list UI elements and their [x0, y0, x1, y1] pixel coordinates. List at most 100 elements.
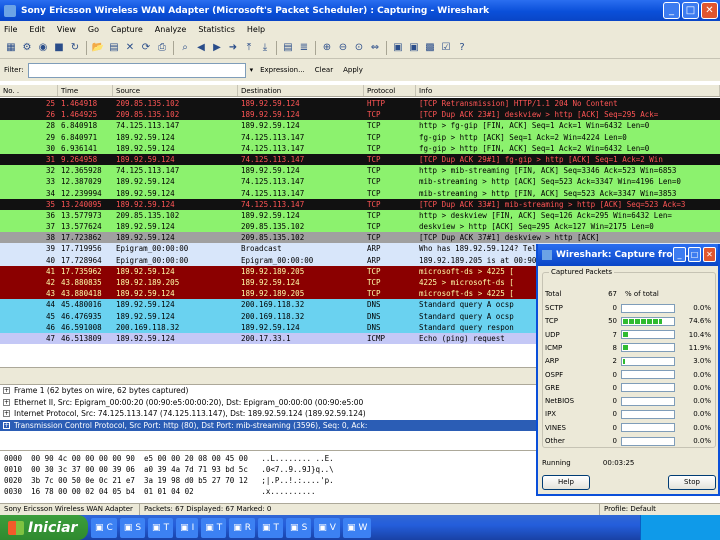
capture-filters-icon[interactable]: ▣: [391, 41, 405, 55]
expression-button[interactable]: Expression...: [257, 66, 308, 74]
options-icon[interactable]: ⚙: [20, 41, 34, 55]
dialog-minimize-button[interactable]: _: [673, 247, 686, 262]
expand-icon[interactable]: +: [3, 387, 10, 394]
column-time[interactable]: Time: [58, 85, 113, 96]
maximize-button[interactable]: □: [682, 2, 699, 19]
start-button[interactable]: Iniciar: [0, 515, 88, 540]
packet-row[interactable]: 30 6.936141 189.92.59.124 74.125.113.147 TCP…: [0, 142, 720, 154]
colorize-icon[interactable]: ▤: [281, 41, 295, 55]
packet-row[interactable]: 28 6.840918 74.125.113.147 189.92.59.124 TCP…: [0, 120, 720, 132]
packet-row[interactable]: 37 13.577624 189.92.59.124 209.85.135.102 TC…: [0, 221, 720, 233]
column-destination[interactable]: Destination: [238, 85, 364, 96]
menu-statistics[interactable]: Statistics: [198, 25, 235, 34]
filter-dropdown-icon[interactable]: ▾: [250, 66, 254, 74]
packet-row[interactable]: 32 12.365928 74.125.113.147 189.92.59.124 TC…: [0, 165, 720, 177]
last-packet-icon[interactable]: ⤓: [258, 41, 272, 55]
save-icon[interactable]: ▤: [107, 41, 121, 55]
start-capture-icon[interactable]: ◉: [36, 41, 50, 55]
forward-icon[interactable]: ▶: [210, 41, 224, 55]
help-button[interactable]: Help: [542, 475, 590, 490]
goto-icon[interactable]: ➜: [226, 41, 240, 55]
protocol-progress-bar: [621, 330, 675, 340]
packet-row[interactable]: 31 9.264958 189.92.59.124 74.125.113.147 TCP…: [0, 153, 720, 166]
column-no[interactable]: No. .: [0, 85, 58, 96]
packet-row[interactable]: 34 12.239994 189.92.59.124 74.125.113.147 TC…: [0, 187, 720, 199]
autoscroll-icon[interactable]: ≣: [297, 41, 311, 55]
packet-protocol: DNS: [367, 311, 381, 321]
taskbar-item[interactable]: ▣ C: [91, 517, 117, 538]
packet-destination: 74.125.113.147: [241, 199, 305, 209]
packet-info: http > fg-gip [FIN, ACK] Seq=1 Ack=1 Win…: [419, 121, 650, 131]
expand-icon[interactable]: +: [3, 421, 10, 429]
packet-source: 189.92.59.124: [116, 177, 175, 187]
clear-button[interactable]: Clear: [312, 66, 336, 74]
taskbar-item[interactable]: ▣ R: [229, 517, 256, 538]
taskbar-item[interactable]: ▣ S: [286, 517, 312, 538]
protocol-progress-bar: [621, 436, 675, 446]
packet-destination: 189.92.59.124: [241, 110, 300, 120]
status-profile[interactable]: Profile: Default: [600, 504, 660, 515]
open-icon[interactable]: 📂: [91, 41, 105, 55]
zoom-in-icon[interactable]: ⊕: [320, 41, 334, 55]
menu-go[interactable]: Go: [88, 25, 99, 34]
preferences-icon[interactable]: ☑: [439, 41, 453, 55]
expand-icon[interactable]: +: [3, 398, 10, 406]
packet-row[interactable]: 36 13.577973 209.85.135.102 189.92.59.124 TC…: [0, 209, 720, 222]
status-bar: Sony Ericsson Wireless WAN Adapter ... P…: [0, 503, 720, 524]
interfaces-icon[interactable]: ▦: [4, 41, 18, 55]
task-label: R: [244, 522, 252, 533]
display-filters-icon[interactable]: ▣: [407, 41, 421, 55]
packet-info: http > mib-streaming [FIN, ACK] Seq=3346…: [419, 166, 677, 176]
find-icon[interactable]: ⌕: [178, 41, 192, 55]
close-file-icon[interactable]: ✕: [123, 41, 137, 55]
protocol-count: 50: [608, 317, 617, 326]
taskbar-item[interactable]: ▣ V: [314, 517, 340, 538]
restart-capture-icon[interactable]: ↻: [68, 41, 82, 55]
first-packet-icon[interactable]: ⤒: [242, 41, 256, 55]
taskbar-item[interactable]: ▣ S: [119, 517, 146, 538]
menu-help[interactable]: Help: [247, 25, 265, 34]
packet-info: [TCP Dup ACK 33#1] mib-streaming > http …: [419, 199, 686, 209]
packet-row[interactable]: 35 13.240095 189.92.59.124 74.125.113.147 TC…: [0, 198, 720, 210]
dialog-close-button[interactable]: ✕: [703, 247, 716, 262]
menu-analyze[interactable]: Analyze: [155, 25, 187, 34]
menu-file[interactable]: File: [4, 25, 17, 34]
packet-destination: 189.92.59.124: [241, 121, 300, 131]
zoom-normal-icon[interactable]: ⊙: [352, 41, 366, 55]
column-protocol[interactable]: Protocol: [364, 85, 416, 96]
close-button[interactable]: ✕: [701, 2, 718, 19]
packet-time: 6.840918: [61, 121, 98, 131]
back-icon[interactable]: ◀: [194, 41, 208, 55]
zoom-out-icon[interactable]: ⊖: [336, 41, 350, 55]
dialog-maximize-button[interactable]: □: [688, 247, 701, 262]
menu-view[interactable]: View: [57, 25, 76, 34]
help-icon[interactable]: ?: [455, 41, 469, 55]
expand-icon[interactable]: +: [3, 410, 10, 417]
taskbar-item[interactable]: ▣ I: [176, 517, 199, 538]
print-icon[interactable]: ⎙: [155, 41, 169, 55]
taskbar-item[interactable]: ▣ T: [148, 517, 174, 538]
windows-logo-icon: [8, 520, 24, 535]
packet-row[interactable]: 33 12.387029 189.92.59.124 74.125.113.147 TC…: [0, 176, 720, 188]
taskbar-item[interactable]: ▣ T: [258, 517, 284, 538]
stop-button[interactable]: Stop: [668, 475, 716, 490]
apply-button[interactable]: Apply: [340, 66, 366, 74]
filter-input[interactable]: [27, 62, 246, 78]
minimize-button[interactable]: _: [663, 2, 680, 19]
stop-capture-icon[interactable]: ■: [52, 41, 66, 55]
packet-row[interactable]: 25 1.464918 209.85.135.102 189.92.59.124 HTT…: [0, 98, 720, 110]
taskbar-item[interactable]: ▣ T: [201, 517, 227, 538]
column-info[interactable]: Info: [416, 85, 720, 96]
taskbar-item[interactable]: ▣ W: [342, 517, 372, 538]
menu-capture[interactable]: Capture: [111, 25, 143, 34]
packet-row[interactable]: 29 6.840971 189.92.59.124 74.125.113.147 TCP…: [0, 131, 720, 143]
packet-row[interactable]: 26 1.464925 209.85.135.102 189.92.59.124 TCP…: [0, 109, 720, 121]
protocol-percent: 74.6%: [688, 317, 711, 326]
column-source[interactable]: Source: [113, 85, 238, 96]
coloring-rules-icon[interactable]: ▩: [423, 41, 437, 55]
reload-icon[interactable]: ⟳: [139, 41, 153, 55]
resize-columns-icon[interactable]: ⇔: [368, 41, 382, 55]
menu-edit[interactable]: Edit: [29, 25, 45, 34]
packet-row[interactable]: 38 17.723862 189.92.59.124 209.85.135.102 TC…: [0, 232, 720, 244]
packet-protocol: TCP: [367, 222, 381, 232]
